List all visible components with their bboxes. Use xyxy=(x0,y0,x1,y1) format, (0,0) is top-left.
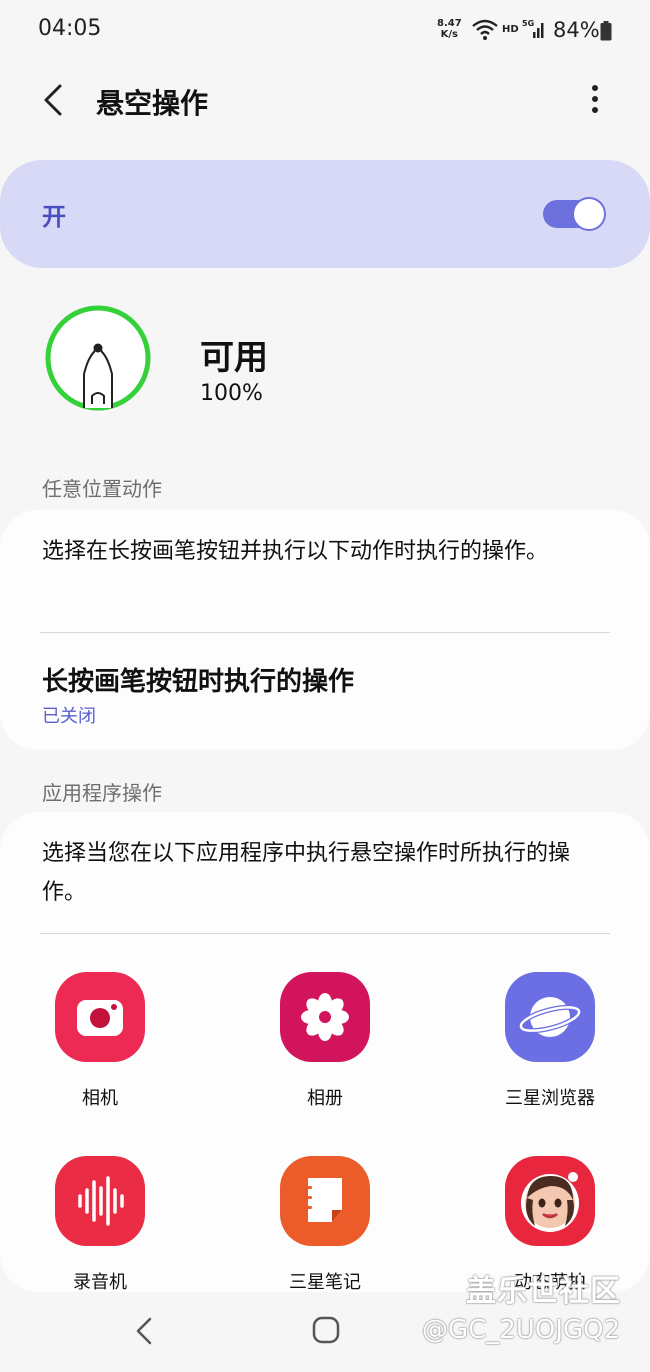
app-name: 相机 xyxy=(82,1088,118,1109)
hd-indicator: HD xyxy=(502,24,519,35)
master-toggle[interactable] xyxy=(543,197,606,231)
signal-icon: 5G xyxy=(522,19,544,38)
network-speed-unit: K/s xyxy=(440,29,459,40)
long-press-action-title[interactable]: 长按画笔按钮时执行的操作 xyxy=(42,661,354,698)
app-name: 三星浏览器 xyxy=(505,1088,595,1109)
voice-recorder-icon xyxy=(55,1156,145,1246)
apps-description: 选择当您在以下应用程序中执行悬空操作时所执行的操作。 xyxy=(42,841,571,905)
back-button[interactable] xyxy=(36,78,76,122)
toggle-thumb xyxy=(572,197,606,231)
nav-back-button[interactable] xyxy=(130,1314,160,1348)
app-item-notes[interactable]: 三星笔记 xyxy=(245,1156,405,1294)
nav-back-icon xyxy=(136,1317,152,1345)
more-options-button[interactable] xyxy=(580,80,610,120)
nav-home-button[interactable] xyxy=(312,1316,340,1344)
app-name: 录音机 xyxy=(73,1272,127,1293)
app-item-gallery[interactable]: 相册 xyxy=(245,972,405,1110)
svg-text:5G: 5G xyxy=(522,19,534,28)
status-time: 04:05 xyxy=(38,16,102,41)
anywhere-description: 选择在长按画笔按钮并执行以下动作时执行的操作。 xyxy=(42,539,549,564)
long-press-action-status: 已关闭 xyxy=(42,706,96,727)
camera-icon xyxy=(55,972,145,1062)
app-name: 三星笔记 xyxy=(289,1272,361,1293)
watermark-user-id: @GC_2UOJGQ2 xyxy=(422,1315,621,1345)
s-pen-icon xyxy=(45,305,151,411)
status-bar: 04:05 8.47 K/s HD 5G 84% xyxy=(0,0,650,62)
browser-icon xyxy=(505,972,595,1062)
app-item-browser[interactable]: 三星浏览器 xyxy=(470,972,630,1110)
app-item-voice-recorder[interactable]: 录音机 xyxy=(20,1156,180,1294)
ar-emoji-icon xyxy=(505,1156,595,1246)
divider xyxy=(40,632,610,633)
master-switch-label: 开 xyxy=(42,203,66,231)
pen-battery-percent: 100% xyxy=(200,381,263,406)
app-item-camera[interactable]: 相机 xyxy=(20,972,180,1110)
network-speed: 8.47 K/s xyxy=(437,18,462,40)
more-vert-icon xyxy=(592,85,598,113)
notes-icon xyxy=(280,1156,370,1246)
section-header-anywhere: 任意位置动作 xyxy=(42,477,162,501)
nav-home-icon xyxy=(312,1316,340,1344)
pen-status-title: 可用 xyxy=(200,338,268,378)
battery-percent: 84% xyxy=(553,18,600,42)
section-header-apps: 应用程序操作 xyxy=(42,781,162,805)
battery-icon xyxy=(600,21,612,41)
app-name: 相册 xyxy=(307,1088,343,1109)
gallery-icon xyxy=(280,972,370,1062)
page-title: 悬空操作 xyxy=(96,87,209,120)
chevron-left-icon xyxy=(44,84,62,116)
network-speed-value: 8.47 xyxy=(437,18,462,29)
watermark-community: 盖乐世社区 xyxy=(466,1274,621,1309)
divider xyxy=(40,933,610,934)
wifi-icon xyxy=(472,19,498,40)
